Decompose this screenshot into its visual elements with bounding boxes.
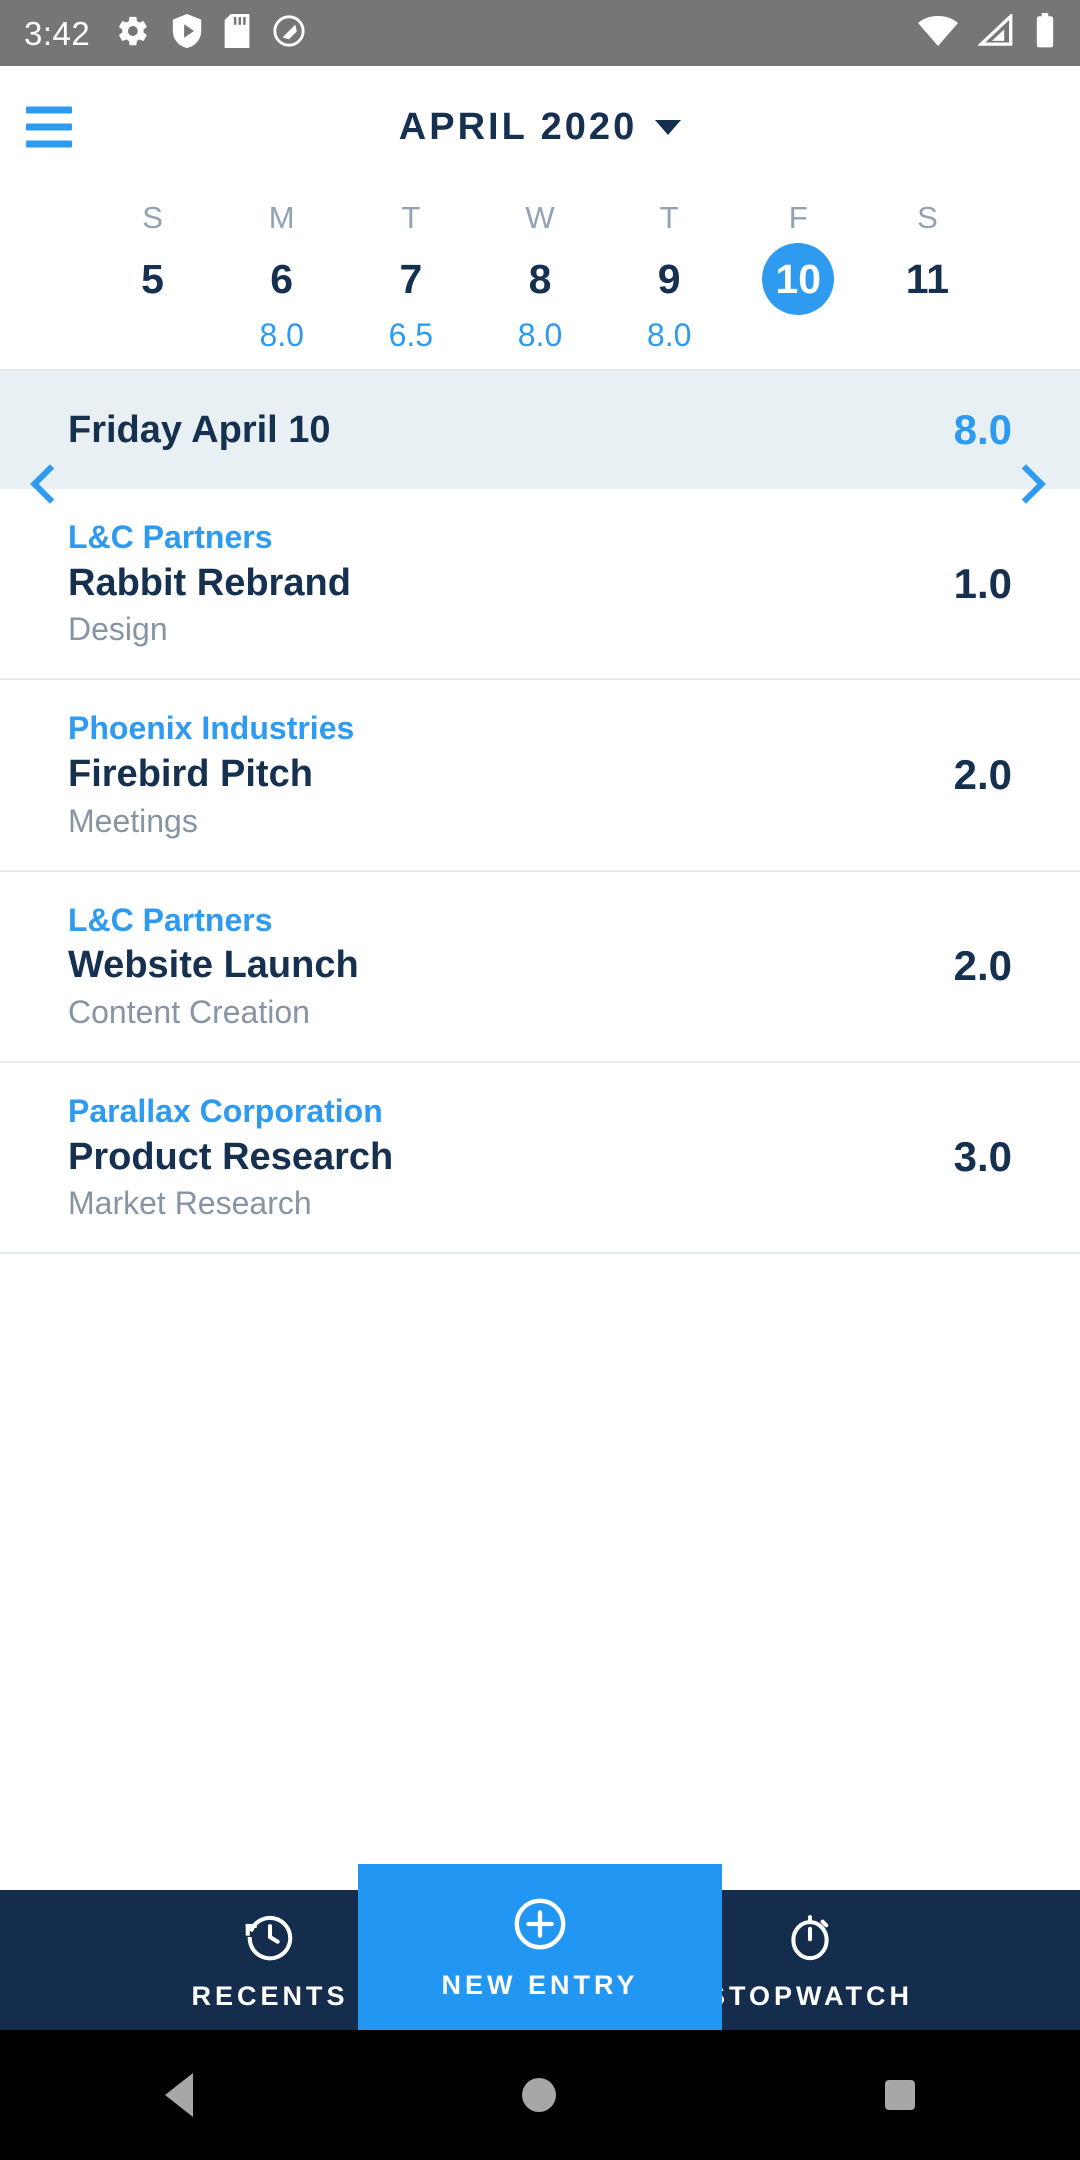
chevron-left-icon[interactable]: [28, 464, 70, 510]
stopwatch-icon: [783, 1910, 837, 1969]
day-summary-total-hours: 8.0: [953, 406, 1012, 453]
status-bar-clock: 3:42: [24, 14, 91, 52]
day-cell-2[interactable]: 7 6.5: [346, 243, 475, 355]
entry-task-name: Market Research: [68, 1185, 312, 1222]
status-bar: 3:42: [0, 0, 1080, 66]
day-of-week-header: S M T W T F S: [0, 188, 1080, 243]
entry-project-name: Website Launch: [68, 944, 359, 987]
entry-task-name: Content Creation: [68, 994, 310, 1031]
entry-task-name: Meetings: [68, 802, 198, 839]
day-number-5: 10: [762, 243, 835, 315]
nav-label-new-entry: NEW ENTRY: [441, 1970, 639, 2000]
entry-hours: 1.0: [953, 559, 1012, 607]
table-row[interactable]: Phoenix Industries Firebird Pitch Meetin…: [0, 680, 1080, 872]
chevron-right-glyph: [1006, 464, 1046, 504]
cell-signal-icon: [977, 11, 1014, 53]
entry-project-name: Product Research: [68, 1135, 394, 1178]
day-hours-6: [863, 319, 992, 355]
entry-project-name: Rabbit Rebrand: [68, 561, 351, 604]
day-number-2: 7: [399, 256, 423, 302]
day-number-3: 8: [528, 256, 552, 302]
day-hours-4: 8.0: [646, 317, 692, 353]
home-circle-icon[interactable]: [521, 2078, 556, 2112]
android-q-icon: [272, 14, 306, 53]
month-selector[interactable]: APRIL 2020: [398, 106, 682, 148]
entry-client-name: L&C Partners: [68, 901, 273, 938]
entry-details: L&C Partners Rabbit Rebrand Design: [68, 519, 351, 648]
nav-label-recents: RECENTS: [191, 1981, 349, 2011]
nav-button-new-entry[interactable]: NEW ENTRY: [358, 1864, 722, 2030]
day-cell-1[interactable]: 6 8.0: [217, 243, 346, 355]
entry-hours: 2.0: [953, 750, 1012, 798]
day-summary-date: Friday April 10: [68, 409, 331, 451]
day-cell-4[interactable]: 9 8.0: [605, 243, 734, 355]
day-hours-1: 8.0: [259, 317, 304, 353]
entry-details: Parallax Corporation Product Research Ma…: [68, 1093, 393, 1222]
entry-task-name: Design: [68, 611, 168, 648]
history-clock-icon: [243, 1910, 297, 1969]
battery-icon: [1034, 12, 1056, 54]
home-glyph: [521, 2078, 556, 2112]
day-cell-3[interactable]: 8 8.0: [475, 243, 604, 355]
entry-hours: 2.0: [953, 942, 1012, 990]
entry-project-name: Firebird Pitch: [68, 753, 313, 796]
dow-label-0: S: [142, 200, 163, 235]
back-glyph: [164, 2073, 193, 2117]
day-cell-6[interactable]: 11: [863, 243, 992, 355]
day-number-4: 9: [657, 256, 681, 302]
day-number-0: 5: [141, 256, 164, 302]
page-title: APRIL 2020: [398, 106, 638, 148]
status-bar-left-icons: [116, 13, 306, 53]
hamburger-bar-2: [26, 123, 72, 131]
entry-client-name: Parallax Corporation: [68, 1092, 383, 1129]
table-row[interactable]: L&C Partners Website Launch Content Crea…: [0, 872, 1080, 1063]
day-hours-0: [88, 319, 217, 355]
caret-down-icon: [655, 119, 682, 135]
day-number-6: 11: [905, 256, 950, 302]
dow-label-5: F: [788, 200, 808, 235]
dow-label-6: S: [917, 200, 938, 235]
week-days-row: 5 6 8.0 7 6.5 8 8.0 9 8.0 10 11: [0, 243, 1080, 355]
entry-hours: 3.0: [953, 1133, 1012, 1181]
day-summary-bar: Friday April 10 8.0: [0, 371, 1080, 489]
day-hours-2: 6.5: [388, 317, 434, 353]
status-bar-right-icons: [918, 11, 1056, 54]
dow-label-1: M: [268, 200, 295, 235]
entry-client-name: Phoenix Industries: [68, 710, 355, 747]
entry-details: Phoenix Industries Firebird Pitch Meetin…: [68, 710, 354, 839]
entry-details: L&C Partners Website Launch Content Crea…: [68, 902, 359, 1031]
week-strip: S M T W T F S 5 6 8.0 7 6.5 8 8.0 9 8.0 …: [0, 188, 1080, 504]
table-row[interactable]: L&C Partners Rabbit Rebrand Design 1.0: [0, 489, 1080, 681]
recents-square-icon[interactable]: [885, 2080, 916, 2110]
recents-glyph: [885, 2080, 916, 2110]
chevron-left-glyph: [30, 464, 70, 504]
day-cell-5-selected[interactable]: 10: [734, 243, 863, 355]
hamburger-bar-1: [26, 106, 72, 114]
entry-client-name: L&C Partners: [68, 519, 273, 555]
chevron-right-icon[interactable]: [1006, 464, 1052, 510]
plus-circle-icon: [511, 1895, 569, 1958]
table-row[interactable]: Parallax Corporation Product Research Ma…: [0, 1063, 1080, 1255]
day-cell-0[interactable]: 5: [88, 243, 217, 355]
time-entry-list: L&C Partners Rabbit Rebrand Design 1.0 P…: [0, 489, 1080, 1255]
play-protect-shield-icon: [172, 13, 202, 53]
bottom-navigation-bar: RECENTS NEW ENTRY STOPWATCH: [0, 1864, 1080, 2030]
sd-card-icon: [224, 13, 250, 53]
day-number-1: 6: [270, 256, 294, 302]
dow-label-4: T: [659, 200, 679, 235]
wifi-icon: [918, 14, 958, 53]
back-triangle-icon[interactable]: [164, 2073, 193, 2117]
android-system-navigation: [0, 2030, 1080, 2160]
dow-label-3: W: [525, 200, 555, 235]
nav-label-stopwatch: STOPWATCH: [706, 1981, 913, 2011]
day-hours-3: 8.0: [517, 317, 563, 353]
hamburger-menu-icon[interactable]: [26, 106, 72, 148]
gear-icon: [116, 14, 150, 53]
hamburger-bar-3: [26, 140, 72, 148]
app-header: APRIL 2020: [0, 66, 1080, 188]
day-hours-5: [734, 319, 863, 355]
dow-label-2: T: [401, 200, 421, 235]
